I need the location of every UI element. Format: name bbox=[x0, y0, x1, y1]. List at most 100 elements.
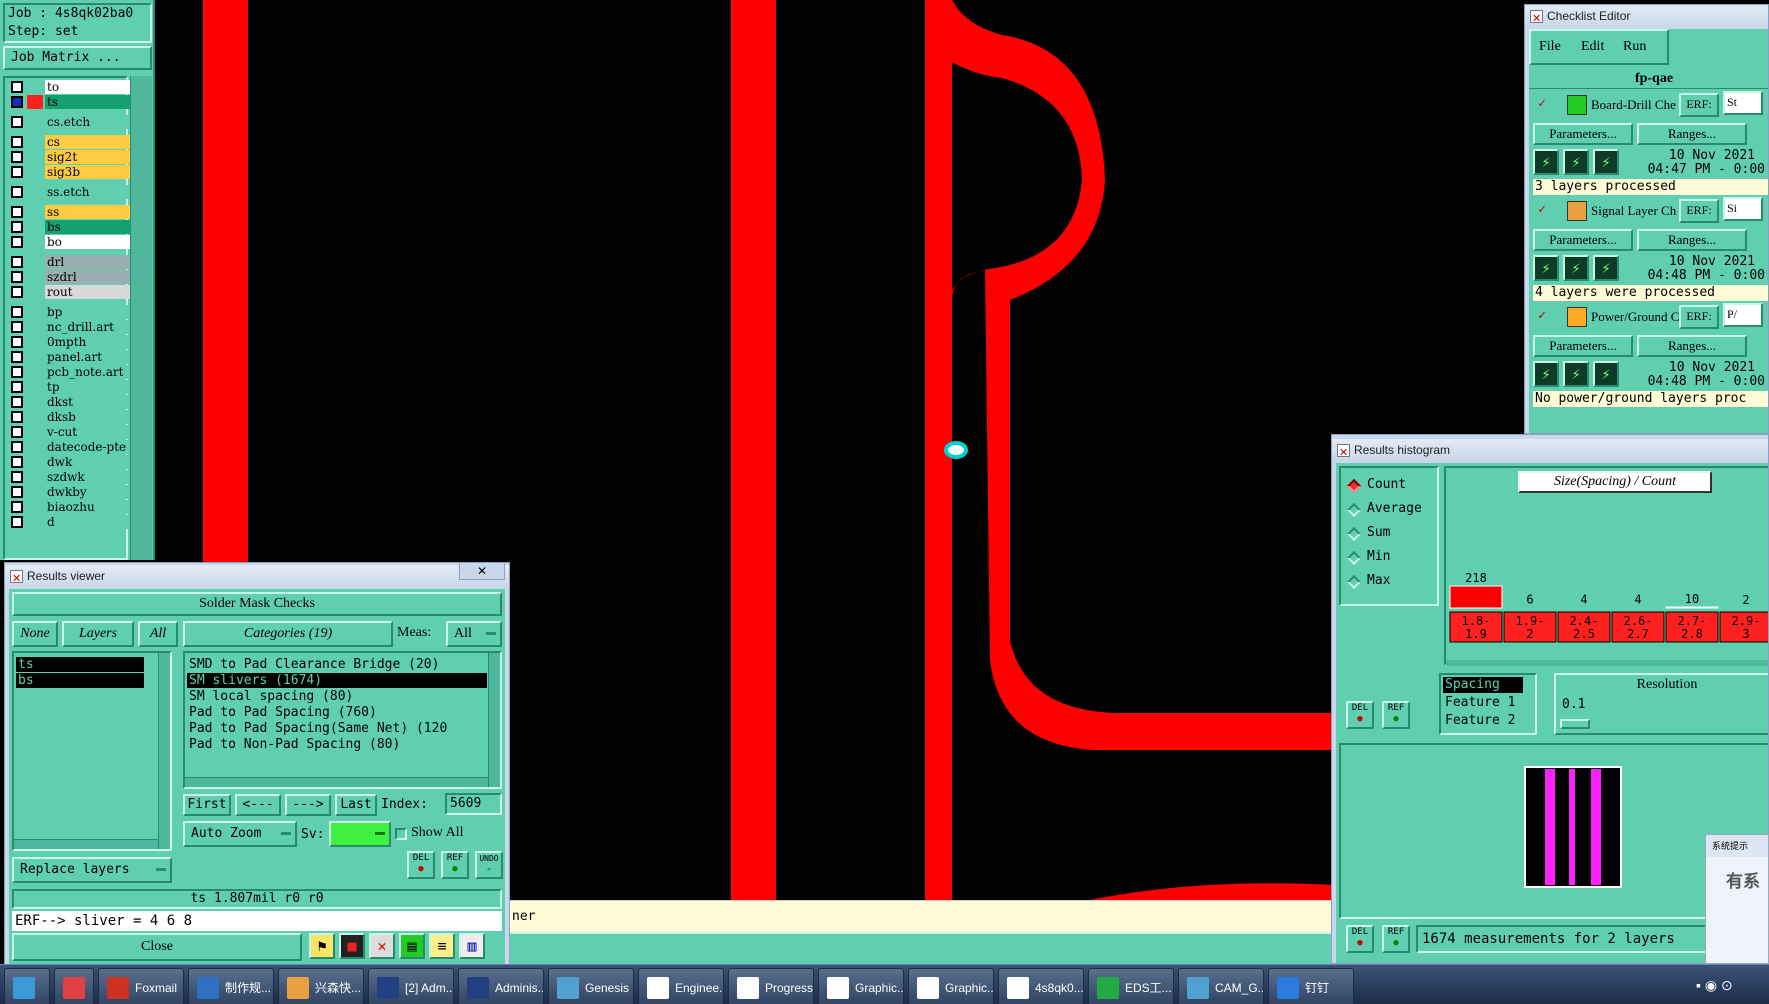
layer-list-scrollbar[interactable] bbox=[130, 76, 152, 560]
ranges-button[interactable]: Ranges... bbox=[1637, 229, 1747, 251]
layer-row[interactable]: szdrl bbox=[11, 270, 131, 284]
layers-button[interactable]: Layers bbox=[62, 621, 134, 647]
taskbar-button[interactable] bbox=[4, 968, 50, 1004]
layer-row[interactable]: bo bbox=[11, 235, 131, 249]
layer-checkbox[interactable] bbox=[11, 286, 23, 298]
taskbar-button[interactable]: Graphic... bbox=[818, 968, 904, 1004]
check-mark-icon[interactable]: ✓ bbox=[1535, 97, 1549, 111]
action-name[interactable]: Signal Layer Ch bbox=[1591, 203, 1691, 219]
radio-sum[interactable]: Sum bbox=[1346, 524, 1437, 544]
ranges-button[interactable]: Ranges... bbox=[1637, 123, 1747, 145]
layer-checkbox[interactable] bbox=[11, 441, 23, 453]
menu-run[interactable]: Run bbox=[1623, 39, 1646, 55]
bar-chart-icon[interactable]: ▥ bbox=[459, 933, 485, 959]
taskbar-button[interactable]: 钉钉 bbox=[1268, 968, 1354, 1004]
last-button[interactable]: Last bbox=[335, 794, 377, 816]
category-item[interactable]: Pad to Pad Spacing(Same Net) (120 bbox=[187, 721, 487, 736]
layer-row[interactable]: panel.art bbox=[11, 350, 131, 364]
parameters-button[interactable]: Parameters... bbox=[1533, 335, 1633, 357]
layer-checkbox[interactable] bbox=[11, 151, 23, 163]
stop-icon[interactable]: ⚡ bbox=[1593, 255, 1619, 281]
prev-button[interactable]: <--- bbox=[235, 794, 281, 816]
property-list[interactable]: Spacing Feature 1 Feature 2 bbox=[1439, 673, 1537, 735]
category-item[interactable]: SMD to Pad Clearance Bridge (20) bbox=[187, 657, 487, 672]
action-name[interactable]: Board-Drill Che bbox=[1591, 97, 1691, 113]
layer-row[interactable]: v-cut bbox=[11, 425, 131, 439]
category-item[interactable]: SM slivers (1674) bbox=[187, 673, 487, 688]
property-item[interactable]: Spacing bbox=[1443, 677, 1523, 693]
erf-button[interactable]: ERF: bbox=[1679, 93, 1719, 117]
category-item[interactable]: Pad to Non-Pad Spacing (80) bbox=[187, 737, 487, 752]
layer-checkbox[interactable] bbox=[11, 471, 23, 483]
resolution-slider[interactable] bbox=[1560, 719, 1590, 729]
parameters-button[interactable]: Parameters... bbox=[1533, 123, 1633, 145]
crossed-icon[interactable]: ✕ bbox=[369, 933, 395, 959]
taskbar-button[interactable]: EDS工... bbox=[1088, 968, 1174, 1004]
category-item[interactable]: SM local spacing (80) bbox=[187, 689, 487, 704]
taskbar-button[interactable]: CAM_G... bbox=[1178, 968, 1264, 1004]
layer-row[interactable]: to bbox=[11, 80, 131, 94]
histogram-titlebar[interactable]: Results histogram bbox=[1332, 439, 1768, 461]
notification-popup[interactable]: 系统提示 有系 bbox=[1705, 834, 1769, 964]
category-scrollbar[interactable] bbox=[488, 653, 500, 787]
side-field[interactable]: P/ bbox=[1723, 303, 1763, 327]
layer-row[interactable]: cs.etch bbox=[11, 115, 131, 129]
layer-checkbox[interactable] bbox=[11, 456, 23, 468]
action-name[interactable]: Power/Ground C bbox=[1591, 309, 1691, 325]
category-hscroll[interactable] bbox=[185, 777, 488, 787]
histogram-bar[interactable] bbox=[1449, 585, 1503, 609]
taskbar-button[interactable] bbox=[54, 968, 94, 1004]
sv-select[interactable] bbox=[329, 821, 391, 847]
show-all-checkbox[interactable] bbox=[395, 828, 407, 840]
close-button[interactable]: Close bbox=[12, 933, 302, 961]
run-icon[interactable]: ⚡ bbox=[1533, 149, 1559, 175]
layer-row[interactable]: nc_drill.art bbox=[11, 320, 131, 334]
check-mark-icon[interactable]: ✓ bbox=[1535, 309, 1549, 323]
taskbar-button[interactable]: Foxmail bbox=[98, 968, 184, 1004]
layer-checkbox[interactable] bbox=[11, 501, 23, 513]
results-viewer-titlebar[interactable]: Results viewer bbox=[5, 565, 509, 587]
layer-checkbox[interactable] bbox=[11, 381, 23, 393]
layer-row[interactable]: dksb bbox=[11, 410, 131, 424]
layer-row[interactable]: d bbox=[11, 515, 131, 529]
layer-checkbox[interactable] bbox=[11, 206, 23, 218]
taskbar-button[interactable]: 4s8qk0... bbox=[998, 968, 1084, 1004]
layer-checkbox[interactable] bbox=[11, 256, 23, 268]
category-item[interactable]: Pad to Pad Spacing (760) bbox=[187, 705, 487, 720]
document-icon[interactable]: ▤ bbox=[399, 933, 425, 959]
run-icon[interactable]: ⚡ bbox=[1533, 361, 1559, 387]
radio-average[interactable]: Average bbox=[1346, 500, 1437, 520]
erf-button[interactable]: ERF: bbox=[1679, 199, 1719, 223]
categories-button[interactable]: Categories (19) bbox=[183, 621, 393, 647]
layer-checkbox[interactable] bbox=[11, 426, 23, 438]
preview-del-button[interactable]: DEL ● bbox=[1346, 925, 1374, 953]
layer-results-scrollbar[interactable] bbox=[158, 653, 170, 849]
result-layer-item[interactable]: bs bbox=[16, 673, 144, 688]
layer-checkbox[interactable] bbox=[11, 236, 23, 248]
layer-row[interactable]: szdwk bbox=[11, 470, 131, 484]
taskbar-button[interactable]: Enginee... bbox=[638, 968, 724, 1004]
layer-row[interactable]: dkst bbox=[11, 395, 131, 409]
layer-checkbox[interactable] bbox=[11, 186, 23, 198]
layer-checkbox[interactable] bbox=[11, 336, 23, 348]
layer-row[interactable]: pcb_note.art bbox=[11, 365, 131, 379]
layer-row[interactable]: sig2t bbox=[11, 150, 131, 164]
auto-zoom-select[interactable]: Auto Zoom bbox=[183, 821, 297, 847]
histogram-bar[interactable] bbox=[1665, 606, 1719, 609]
taskbar-button[interactable]: Adminis... bbox=[458, 968, 544, 1004]
layer-row[interactable]: tp bbox=[11, 380, 131, 394]
layer-checkbox[interactable] bbox=[11, 486, 23, 498]
layer-checkbox[interactable] bbox=[11, 366, 23, 378]
layer-checkbox[interactable] bbox=[11, 351, 23, 363]
layer-checkbox[interactable] bbox=[11, 136, 23, 148]
histogram-del-button[interactable]: DEL ● bbox=[1346, 701, 1374, 729]
show-icon[interactable]: ⚡ bbox=[1563, 255, 1589, 281]
ref-button[interactable]: REF ● bbox=[441, 851, 469, 879]
property-item[interactable]: Feature 2 bbox=[1443, 713, 1523, 729]
taskbar-button[interactable]: [2] Adm... bbox=[368, 968, 454, 1004]
none-button[interactable]: None bbox=[12, 621, 58, 647]
layer-row[interactable]: bp bbox=[11, 305, 131, 319]
preview-ref-button[interactable]: REF ● bbox=[1382, 925, 1410, 953]
layer-results-list[interactable]: ts bs bbox=[12, 651, 172, 851]
layer-checkbox[interactable] bbox=[11, 516, 23, 528]
